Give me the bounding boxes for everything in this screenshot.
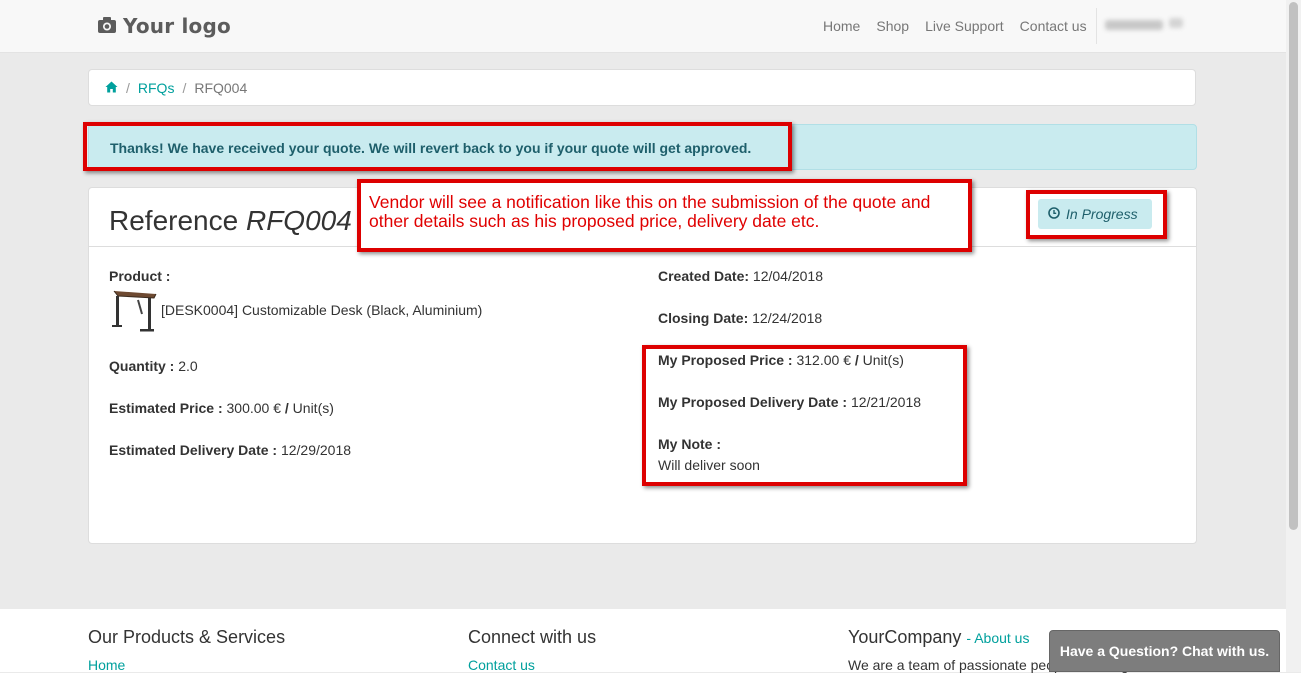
breadcrumb-rfqs[interactable]: RFQs (138, 80, 175, 96)
annotation-text: Vendor will see a notification like this… (369, 192, 931, 231)
footer-products-title: Our Products & Services (88, 627, 286, 647)
product-name[interactable]: [DESK0004] Customizable Desk (Black, Alu… (161, 302, 482, 318)
scrollbar-thumb[interactable] (1289, 2, 1298, 530)
product-image[interactable] (110, 288, 160, 337)
annotation-highlight-proposal (642, 345, 967, 486)
breadcrumb-current: RFQ004 (194, 79, 248, 96)
footer-about-link[interactable]: About us (974, 630, 1029, 646)
annotation-highlight-alert (83, 122, 792, 171)
page-scrollbar[interactable] (1286, 0, 1301, 672)
breadcrumb-separator: / (182, 79, 187, 96)
breadcrumb-separator: / (126, 79, 130, 96)
footer-company-title: YourCompany - About us (848, 627, 1030, 647)
main-nav: Home Shop Live Support Contact us (815, 18, 1095, 35)
live-chat-button[interactable]: Have a Question? Chat with us. (1049, 630, 1280, 672)
nav-shop[interactable]: Shop (868, 18, 917, 35)
camera-icon (97, 16, 117, 37)
user-caret-blurred (1169, 18, 1183, 28)
estimated-delivery-field: Estimated Delivery Date : 12/29/2018 (109, 442, 352, 458)
estimated-price-field: Estimated Price : 300.00 € / Unit(s) (109, 400, 334, 416)
home-icon[interactable] (105, 80, 118, 96)
user-menu[interactable] (1096, 8, 1197, 44)
annotation-highlight-status (1026, 190, 1167, 239)
product-label: Product : (109, 268, 171, 284)
logo-text: Your logo (123, 14, 231, 38)
nav-home[interactable]: Home (815, 18, 868, 35)
created-date-field: Created Date: 12/04/2018 (658, 268, 823, 284)
nav-contact-us[interactable]: Contact us (1012, 18, 1095, 35)
breadcrumb: / RFQs / RFQ004 (88, 69, 1196, 106)
footer-contact-link[interactable]: Contact us (468, 657, 535, 673)
top-navbar: Your logo Home Shop Live Support Contact… (0, 0, 1286, 53)
title-prefix: Reference (109, 205, 239, 236)
annotation-callout: Vendor will see a notification like this… (357, 179, 972, 252)
footer-connect-title: Connect with us (468, 627, 597, 647)
user-name-blurred (1105, 20, 1163, 30)
page-title: Reference RFQ004 (109, 205, 352, 237)
logo[interactable]: Your logo (97, 13, 231, 39)
closing-date-field: Closing Date: 12/24/2018 (658, 310, 823, 326)
quantity-field: Quantity : 2.0 (109, 358, 198, 374)
title-reference: RFQ004 (245, 205, 352, 236)
nav-live-support[interactable]: Live Support (917, 18, 1012, 35)
footer-home-link[interactable]: Home (88, 657, 125, 673)
